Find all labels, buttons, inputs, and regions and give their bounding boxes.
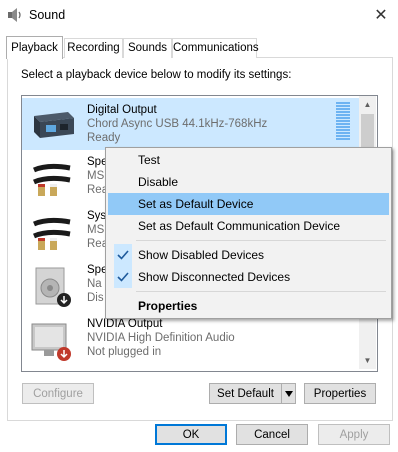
device-status: Ready [87,132,121,144]
tab-label: Playback [11,42,58,54]
menu-item-show-disconnected-devices[interactable]: Show Disconnected Devices [108,266,389,288]
scroll-up-icon[interactable]: ▲ [359,96,376,113]
instructions-text: Select a playback device below to modify… [21,69,292,81]
configure-button[interactable]: Configure [22,383,94,404]
tab-label: Recording [67,42,120,54]
tab-recording[interactable]: Recording [64,38,123,58]
device-description: Chord Async USB 44.1kHz-768kHz [87,118,268,130]
set-default-button[interactable]: Set Default [209,383,282,404]
tab-communications[interactable]: Communications [172,38,259,58]
menu-item-label: Set as Default Communication Device [138,219,341,233]
speaker-app-icon [8,8,21,22]
title-bar: Sound ✕ [0,0,398,30]
device-item-nvidia-output[interactable]: NVIDIA Output NVIDIA High Definition Aud… [22,312,361,364]
device-name: Digital Output [87,104,157,116]
cancel-button[interactable]: Cancel [236,424,308,445]
menu-item-properties[interactable]: Properties [108,295,389,317]
device-status: Not plugged in [87,346,162,358]
tab-label: Communications [173,42,259,54]
device-name: Sys [87,210,107,222]
monitor-unplugged-icon [31,323,71,361]
menu-item-disable[interactable]: Disable [108,171,389,193]
device-description: MS [87,170,105,182]
apply-button[interactable]: Apply [318,424,390,445]
speaker-disabled-icon [35,267,71,307]
volume-level-meter [336,102,350,142]
close-icon: ✕ [374,7,388,24]
checkmark-icon [114,266,132,288]
menu-item-test[interactable]: Test [108,149,389,171]
rca-cable-icon [33,163,71,196]
device-item-digital-output[interactable]: Digital Output Chord Async USB 44.1kHz-7… [22,98,361,150]
device-description: NVIDIA High Definition Audio [87,332,235,344]
menu-item-set-default-communication-device[interactable]: Set as Default Communication Device [108,215,389,237]
menu-item-show-disabled-devices[interactable]: Show Disabled Devices [108,244,389,266]
menu-item-label: Show Disconnected Devices [138,270,291,284]
digital-output-icon [34,112,74,138]
device-name: NVIDIA Output [87,318,163,330]
device-description: MS [87,224,105,236]
menu-separator [136,291,386,292]
device-description: Na [87,278,102,290]
menu-item-label: Test [138,153,161,167]
close-button[interactable]: ✕ [364,0,398,30]
checkmark-icon [114,244,132,266]
rca-cable-icon [33,217,71,250]
menu-item-label: Set as Default Device [138,197,254,211]
menu-item-set-default-device[interactable]: Set as Default Device [108,193,389,215]
tab-sounds[interactable]: Sounds [123,38,172,58]
menu-item-label: Disable [138,175,179,189]
properties-button[interactable]: Properties [304,383,376,404]
menu-item-label: Properties [138,299,198,313]
window-title: Sound [29,8,66,22]
menu-separator [136,240,386,241]
scroll-down-icon[interactable]: ▼ [359,352,376,369]
set-default-dropdown-button[interactable] [281,383,296,404]
ok-button[interactable]: OK [155,424,227,445]
menu-item-label: Show Disabled Devices [138,248,265,262]
tab-playback[interactable]: Playback [6,36,63,59]
device-status: Dis [87,292,104,304]
dropdown-arrow-icon [285,391,293,397]
tab-label: Sounds [127,42,167,54]
context-menu: Test Disable Set as Default Device Set a… [105,147,392,319]
